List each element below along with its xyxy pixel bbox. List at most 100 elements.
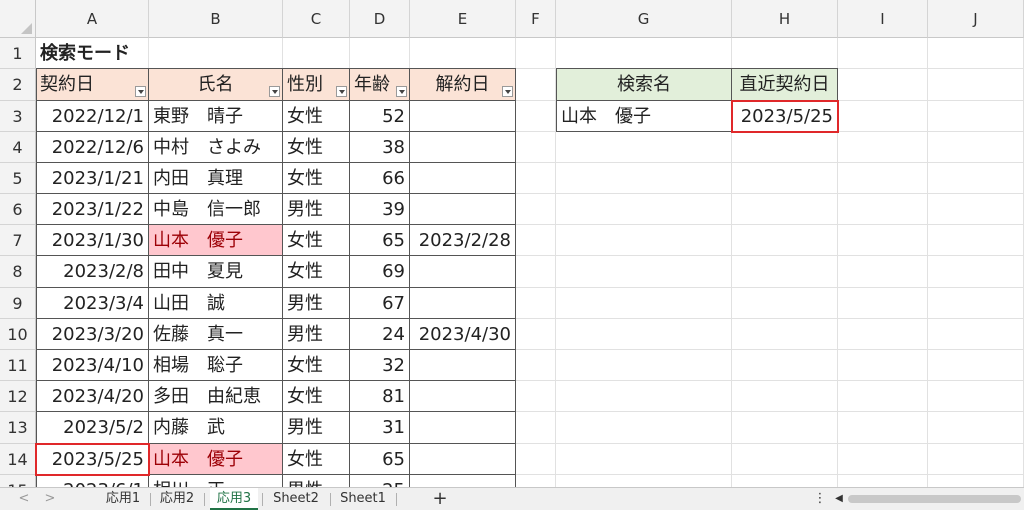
table-cell[interactable]: 男性 xyxy=(283,194,350,225)
column-header-D[interactable]: D xyxy=(350,0,410,38)
grid-cell[interactable] xyxy=(732,225,838,256)
filter-dropdown-icon[interactable] xyxy=(502,86,513,97)
grid-cell[interactable] xyxy=(838,288,928,319)
grid-cell[interactable] xyxy=(516,225,556,256)
row-header-13[interactable]: 13 xyxy=(0,412,36,444)
table-cell[interactable]: 東野 晴子 xyxy=(149,101,283,132)
table-cell[interactable]: 2023/3/4 xyxy=(36,288,149,319)
table-header-5[interactable]: 解約日 xyxy=(410,69,516,101)
table-cell[interactable]: 2023/5/25 xyxy=(36,444,149,475)
table-cell[interactable]: 38 xyxy=(350,132,410,163)
column-header-I[interactable]: I xyxy=(838,0,928,38)
table-cell[interactable]: 佐藤 真一 xyxy=(149,319,283,350)
column-header-H[interactable]: H xyxy=(732,0,838,38)
table-cell[interactable]: 2022/12/1 xyxy=(36,101,149,132)
grid-cell[interactable] xyxy=(283,38,350,69)
row-header-2[interactable]: 2 xyxy=(0,69,36,101)
grid-cell[interactable] xyxy=(516,412,556,444)
grid-cell[interactable] xyxy=(732,256,838,288)
grid-cell[interactable] xyxy=(732,288,838,319)
grid-cell[interactable] xyxy=(928,288,1024,319)
grid-cell[interactable] xyxy=(928,319,1024,350)
grid-cell[interactable] xyxy=(516,288,556,319)
table-cell[interactable]: 男性 xyxy=(283,288,350,319)
table-cell[interactable]: 山本 優子 xyxy=(149,225,283,256)
table-cell[interactable]: 男性 xyxy=(283,412,350,444)
grid-cell[interactable] xyxy=(410,38,516,69)
grid-cell[interactable] xyxy=(928,225,1024,256)
grid-cell[interactable] xyxy=(732,194,838,225)
row-header-14[interactable]: 14 xyxy=(0,444,36,475)
horizontal-scrollbar[interactable] xyxy=(848,495,1021,503)
table-cell[interactable]: 多田 由紀恵 xyxy=(149,381,283,412)
table-cell[interactable]: 内藤 武 xyxy=(149,412,283,444)
table-cell[interactable]: 男性 xyxy=(283,475,350,487)
grid-cell[interactable] xyxy=(928,101,1024,132)
table-cell[interactable] xyxy=(410,381,516,412)
grid-cell[interactable] xyxy=(928,132,1024,163)
grid-cell[interactable] xyxy=(838,194,928,225)
table-cell[interactable]: 65 xyxy=(350,225,410,256)
table-cell[interactable]: 女性 xyxy=(283,350,350,381)
grid-cell[interactable] xyxy=(928,163,1024,194)
grid-cell[interactable] xyxy=(556,194,732,225)
table-cell[interactable]: 2023/4/20 xyxy=(36,381,149,412)
prev-sheet-button[interactable]: < xyxy=(14,488,34,510)
grid-cell[interactable] xyxy=(350,38,410,69)
select-all-corner[interactable] xyxy=(0,0,36,38)
table-cell[interactable]: 2023/1/21 xyxy=(36,163,149,194)
grid-cell[interactable] xyxy=(732,475,838,487)
add-sheet-button[interactable]: + xyxy=(428,488,452,510)
table-cell[interactable]: 田中 夏見 xyxy=(149,256,283,288)
table-cell[interactable]: 中島 信一郎 xyxy=(149,194,283,225)
table-cell[interactable]: 女性 xyxy=(283,381,350,412)
table-cell[interactable]: 男性 xyxy=(283,319,350,350)
table-header-1[interactable]: 契約日 xyxy=(36,69,149,101)
grid-cell[interactable] xyxy=(516,194,556,225)
grid-cell[interactable] xyxy=(556,288,732,319)
sheet-tab-応用3[interactable]: 応用3 xyxy=(210,488,258,510)
table-cell[interactable]: 2023/2/28 xyxy=(410,225,516,256)
grid-cell[interactable] xyxy=(556,475,732,487)
grid-cell[interactable] xyxy=(556,381,732,412)
table-cell[interactable]: 山本 優子 xyxy=(149,444,283,475)
table-cell[interactable]: 2023/4/10 xyxy=(36,350,149,381)
sheet-tab-sheet2[interactable]: Sheet2 xyxy=(266,488,326,510)
grid-cell[interactable] xyxy=(732,381,838,412)
grid-cell[interactable] xyxy=(556,444,732,475)
row-header-8[interactable]: 8 xyxy=(0,256,36,288)
grid-cell[interactable] xyxy=(516,132,556,163)
sheet-tab-応用2[interactable]: 応用2 xyxy=(154,488,200,510)
column-header-G[interactable]: G xyxy=(556,0,732,38)
grid-cell[interactable] xyxy=(838,412,928,444)
grid-cell[interactable] xyxy=(838,381,928,412)
table-cell[interactable]: 内田 真理 xyxy=(149,163,283,194)
grid-cell[interactable] xyxy=(838,444,928,475)
table-cell[interactable]: 2023/1/22 xyxy=(36,194,149,225)
table-cell[interactable] xyxy=(410,194,516,225)
table-header-3[interactable]: 性別 xyxy=(283,69,350,101)
table-cell[interactable] xyxy=(410,475,516,487)
grid-cell[interactable] xyxy=(516,475,556,487)
table-cell[interactable]: 2023/6/1 xyxy=(36,475,149,487)
grid-cell[interactable] xyxy=(732,444,838,475)
grid-cell[interactable] xyxy=(556,38,732,69)
table-cell[interactable] xyxy=(410,101,516,132)
grid-cell[interactable] xyxy=(732,350,838,381)
grid-cell[interactable] xyxy=(928,412,1024,444)
grid-cell[interactable] xyxy=(516,101,556,132)
column-header-A[interactable]: A xyxy=(36,0,149,38)
table-cell[interactable] xyxy=(410,132,516,163)
table-cell[interactable]: 相川 正一 xyxy=(149,475,283,487)
row-header-7[interactable]: 7 xyxy=(0,225,36,256)
table-cell[interactable]: 女性 xyxy=(283,225,350,256)
row-header-10[interactable]: 10 xyxy=(0,319,36,350)
table-cell[interactable]: 中村 さよみ xyxy=(149,132,283,163)
table-cell[interactable]: 81 xyxy=(350,381,410,412)
grid-cell[interactable] xyxy=(516,319,556,350)
grid-cell[interactable] xyxy=(928,475,1024,487)
row-header-3[interactable]: 3 xyxy=(0,101,36,132)
grid-cell[interactable] xyxy=(516,381,556,412)
table-cell[interactable]: 52 xyxy=(350,101,410,132)
grid-cell[interactable] xyxy=(556,350,732,381)
